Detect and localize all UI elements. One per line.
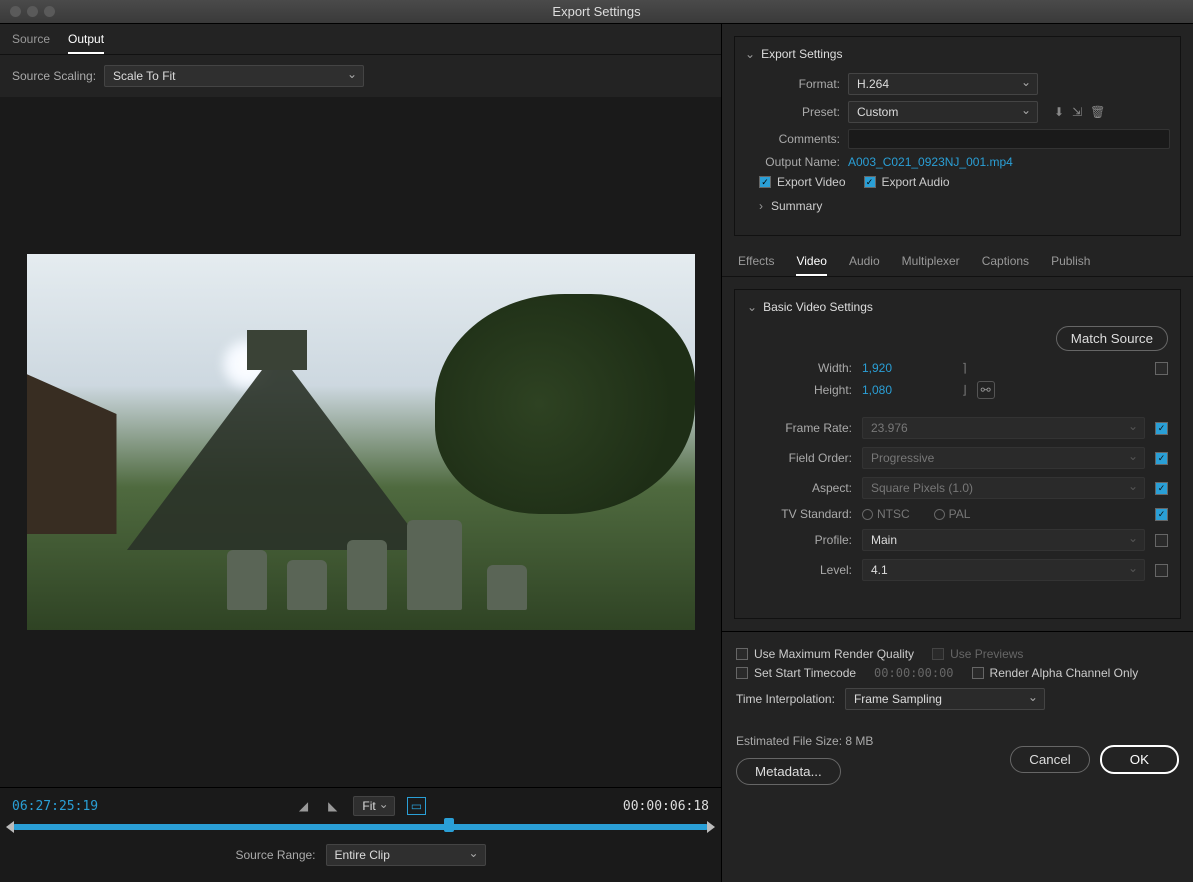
max-quality-label: Use Maximum Render Quality [754,647,914,661]
alpha-only-checkbox[interactable] [972,667,984,679]
render-options: Use Maximum Render Quality Use Previews … [722,631,1193,720]
frame-rate-select[interactable]: 23.976 [862,417,1145,439]
preview-image [27,254,695,630]
aspect-match-checkbox[interactable]: ✓ [1155,482,1168,495]
basic-video-title: Basic Video Settings [763,300,873,314]
width-value[interactable]: 1,920 [862,361,932,375]
titlebar: Export Settings [0,0,1193,24]
level-label: Level: [747,563,852,577]
settings-panel: ⌄ Export Settings Format: H.264 Preset: … [722,24,1193,882]
field-order-select[interactable]: Progressive [862,447,1145,469]
mark-in-icon[interactable]: ◢ [295,797,312,815]
time-interpolation-label: Time Interpolation: [736,692,835,706]
save-preset-icon[interactable]: ⬇ [1054,105,1064,119]
source-scaling-label: Source Scaling: [12,69,96,83]
timecode-in[interactable]: 06:27:25:19 [12,799,98,814]
width-match-checkbox[interactable] [1155,362,1168,375]
aspect-label: Aspect: [747,481,852,495]
frame-rate-match-checkbox[interactable]: ✓ [1155,422,1168,435]
metadata-button[interactable]: Metadata... [736,758,841,785]
height-value[interactable]: 1,080 [862,383,932,397]
comments-label: Comments: [745,132,840,146]
preset-select[interactable]: Custom [848,101,1038,123]
import-preset-icon[interactable]: ⇲ [1072,105,1082,119]
match-source-button[interactable]: Match Source [1056,326,1168,351]
basic-video-settings: ⌄ Basic Video Settings Match Source Widt… [734,289,1181,619]
tab-captions[interactable]: Captions [982,248,1029,276]
chevron-down-icon[interactable]: ⌄ [747,300,757,314]
tab-multiplexer[interactable]: Multiplexer [902,248,960,276]
tab-publish[interactable]: Publish [1051,248,1090,276]
time-interpolation-select[interactable]: Frame Sampling [845,688,1045,710]
export-video-checkbox[interactable]: ✓ [759,176,771,188]
profile-label: Profile: [747,533,852,547]
width-label: Width: [747,361,852,375]
summary-label: Summary [771,199,822,213]
pal-radio[interactable]: PAL [934,507,971,521]
export-settings-section: ⌄ Export Settings Format: H.264 Preset: … [734,36,1181,236]
playhead-icon[interactable] [444,818,454,832]
comments-input[interactable] [848,129,1170,149]
tv-match-checkbox[interactable]: ✓ [1155,508,1168,521]
use-previews-checkbox [932,648,944,660]
tab-source[interactable]: Source [12,32,50,54]
level-match-checkbox[interactable] [1155,564,1168,577]
export-audio-checkbox[interactable]: ✓ [864,176,876,188]
field-order-match-checkbox[interactable]: ✓ [1155,452,1168,465]
preview-area [0,97,721,787]
export-video-label: Export Video [777,175,846,189]
chevron-down-icon[interactable]: ⌄ [745,47,755,61]
preview-tabs: Source Output [0,24,721,55]
start-timecode-checkbox[interactable] [736,667,748,679]
alpha-only-label: Render Alpha Channel Only [990,666,1139,680]
source-range-label: Source Range: [235,848,315,862]
output-name-link[interactable]: A003_C021_0923NJ_001.mp4 [848,155,1013,169]
field-order-label: Field Order: [747,451,852,465]
tab-audio[interactable]: Audio [849,248,880,276]
tv-standard-label: TV Standard: [747,507,852,521]
aspect-select[interactable]: Square Pixels (1.0) [862,477,1145,499]
settings-tabs: Effects Video Audio Multiplexer Captions… [722,248,1193,277]
ntsc-radio[interactable]: NTSC [862,507,910,521]
ok-button[interactable]: OK [1100,745,1179,774]
zoom-select[interactable]: Fit [353,796,394,816]
format-select[interactable]: H.264 [848,73,1038,95]
profile-select[interactable]: Main [862,529,1145,551]
tab-video[interactable]: Video [796,248,826,276]
format-label: Format: [745,77,840,91]
timeline-slider[interactable] [12,824,709,830]
export-audio-label: Export Audio [882,175,950,189]
source-range-select[interactable]: Entire Clip [326,844,486,866]
tab-effects[interactable]: Effects [738,248,774,276]
profile-match-checkbox[interactable] [1155,534,1168,547]
use-previews-label: Use Previews [950,647,1023,661]
link-icon[interactable]: ⚯ [977,381,995,399]
max-quality-checkbox[interactable] [736,648,748,660]
frame-rate-label: Frame Rate: [747,421,852,435]
timeline-bar: 06:27:25:19 ◢ ◣ Fit ▭ 00:00:06:18 Source… [0,787,721,882]
cancel-button[interactable]: Cancel [1010,746,1090,773]
window-title: Export Settings [0,4,1193,19]
chevron-right-icon[interactable]: › [759,199,763,213]
mark-out-icon[interactable]: ◣ [324,797,341,815]
preset-label: Preset: [745,105,840,119]
aspect-correction-icon[interactable]: ▭ [407,797,426,815]
level-select[interactable]: 4.1 [862,559,1145,581]
est-size-label: Estimated File Size: [736,734,842,748]
start-timecode-value: 00:00:00:00 [874,666,953,680]
export-settings-title: Export Settings [761,47,842,61]
footer: Estimated File Size: 8 MB Metadata... Ca… [722,720,1193,795]
est-size-value: 8 MB [845,734,873,748]
preview-panel: Source Output Source Scaling: Scale To F… [0,24,722,882]
height-label: Height: [747,383,852,397]
source-scaling-select[interactable]: Scale To Fit [104,65,364,87]
delete-preset-icon[interactable]: 🗑 [1090,105,1105,119]
start-timecode-label: Set Start Timecode [754,666,856,680]
timecode-out: 00:00:06:18 [623,799,709,814]
output-name-label: Output Name: [745,155,840,169]
tab-output[interactable]: Output [68,32,104,54]
